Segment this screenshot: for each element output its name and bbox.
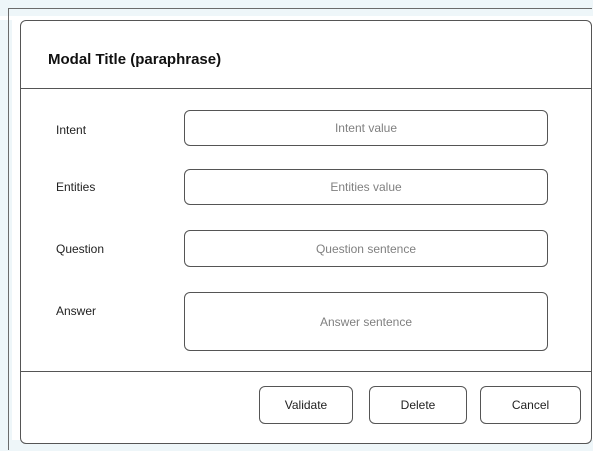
intent-placeholder: Intent value (334, 121, 398, 135)
answer-placeholder: Answer sentence (319, 314, 413, 329)
entities-placeholder: Entities value (330, 180, 402, 194)
cancel-button[interactable]: Cancel (480, 386, 581, 424)
entities-label: Entities (56, 180, 96, 194)
question-input[interactable]: Question sentence (184, 230, 548, 267)
validate-button[interactable]: Validate (259, 386, 353, 424)
paraphrase-modal: Modal Title (paraphrase) Intent Intent v… (20, 20, 592, 444)
answer-textarea[interactable]: Answer sentence (184, 292, 548, 351)
modal-title: Modal Title (paraphrase) (48, 51, 222, 68)
modal-footer: Validate Delete Cancel (21, 371, 591, 443)
entities-input[interactable]: Entities value (184, 169, 548, 205)
delete-button[interactable]: Delete (369, 386, 467, 424)
question-placeholder: Question sentence (315, 241, 417, 256)
intent-label: Intent (56, 123, 87, 137)
intent-input[interactable]: Intent value (184, 110, 548, 146)
question-label: Question (56, 242, 105, 256)
modal-header: Modal Title (paraphrase) (21, 21, 591, 89)
answer-label: Answer (56, 304, 97, 318)
